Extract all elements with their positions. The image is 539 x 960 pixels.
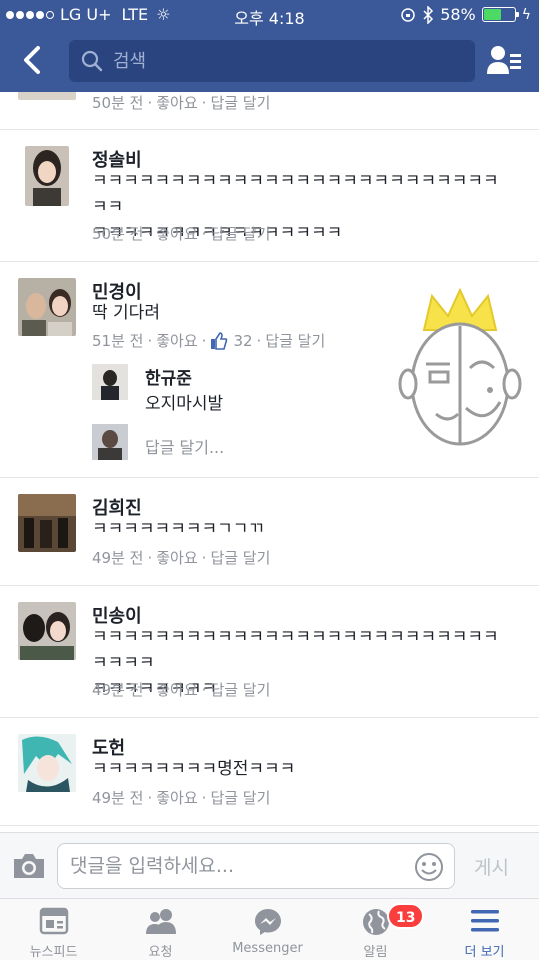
avatar[interactable]: [18, 494, 76, 552]
tab-label: 뉴스피드: [29, 945, 78, 960]
reply-link[interactable]: 답글 달기: [210, 679, 270, 700]
avatar[interactable]: [25, 146, 69, 206]
menu-icon: [470, 910, 499, 932]
reply-author-name[interactable]: 한규준: [145, 364, 192, 389]
news-feed-icon: [39, 907, 68, 935]
tab-label: 요청: [148, 945, 173, 960]
avatar[interactable]: [18, 602, 76, 660]
post-button[interactable]: 게시: [474, 853, 509, 880]
notification-badge: 13: [387, 903, 425, 929]
like-link[interactable]: 좋아요: [156, 787, 197, 808]
comment-text: ㅋㅋㅋㅋㅋㅋㅋㅋㄱㄱㄲ: [92, 519, 265, 539]
like-link[interactable]: 좋아요: [156, 330, 197, 351]
like-link[interactable]: 좋아요: [156, 679, 197, 700]
tab-label: 알림: [363, 945, 388, 960]
search-bar[interactable]: [69, 40, 475, 82]
comment-meta: 49분 전 · 좋아요 · 답글 달기: [92, 679, 271, 700]
like-link[interactable]: 좋아요: [156, 92, 197, 113]
reply-link[interactable]: 답글 달기: [210, 223, 270, 244]
person-list-icon: [487, 46, 521, 74]
charging-icon: ϟ: [521, 6, 531, 23]
messenger-icon: [254, 909, 281, 935]
battery-percent: 58%: [440, 5, 476, 24]
tab-bar: 뉴스피드 요청 Messenger 13 알림 더 보기: [0, 898, 539, 960]
friend-requests-icon: [145, 909, 176, 934]
tab-news-feed[interactable]: 뉴스피드: [0, 899, 107, 960]
status-bar: LG U+ LTE ☼ 오후 4:18 58% ϟ: [0, 0, 539, 30]
tab-notifications[interactable]: 13 알림: [321, 899, 430, 960]
search-input[interactable]: [113, 50, 443, 72]
comment-item: 민경이 딱 기다려 51분 전 · 좋아요 · 32 · 답글 달기 한규준 오지마시…: [0, 262, 539, 478]
comment-list[interactable]: 50분 전 · 좋아요 · 답글 달기 정솔비 ㅋㅋㅋㅋㅋㅋㅋㅋㅋㅋㅋㅋㅋㅋㅋㅋㅋㅋ…: [0, 92, 539, 832]
comment-input[interactable]: [70, 844, 410, 888]
reply-input[interactable]: 답글 달기...: [145, 434, 224, 458]
reply-link[interactable]: 답글 달기: [210, 92, 270, 113]
camera-icon: [14, 854, 44, 878]
back-button[interactable]: [16, 42, 48, 78]
comment-meta: 49분 전 · 좋아요 · 답글 달기: [92, 547, 271, 568]
comment-meta: 51분 전 · 좋아요 · 32 · 답글 달기: [92, 330, 326, 351]
avatar[interactable]: [18, 278, 76, 336]
globe-notifications-icon: [362, 909, 389, 935]
avatar[interactable]: [92, 364, 128, 400]
comment-item: 정솔비 ㅋㅋㅋㅋㅋㅋㅋㅋㅋㅋㅋㅋㅋㅋㅋㅋㅋㅋㅋㅋㅋㅋㅋㅋㅋㅋㅋㅋ ㅋㅋㅋㅋㅋㅋㅋ…: [0, 130, 539, 262]
like-link[interactable]: 좋아요: [156, 547, 197, 568]
avatar[interactable]: [18, 734, 76, 792]
thumbs-up-icon: [211, 331, 228, 350]
tab-more[interactable]: 더 보기: [430, 899, 539, 960]
tab-label: 더 보기: [464, 945, 505, 960]
comment-meta: 50분 전 · 좋아요 · 답글 달기: [92, 223, 271, 244]
comment-item: 50분 전 · 좋아요 · 답글 달기: [0, 92, 539, 130]
comment-meta: 49분 전 · 좋아요 · 답글 달기: [92, 787, 271, 808]
reply-text: 오지마시발: [145, 394, 224, 414]
comment-meta: 50분 전 · 좋아요 · 답글 달기: [92, 92, 271, 113]
tab-requests[interactable]: 요청: [107, 899, 214, 960]
friends-list-button[interactable]: [487, 44, 523, 78]
reply-link[interactable]: 답글 달기: [265, 330, 325, 351]
comment-composer: 게시: [0, 832, 539, 898]
like-link[interactable]: 좋아요: [156, 223, 197, 244]
top-bar: LG U+ LTE ☼ 오후 4:18 58% ϟ: [0, 0, 539, 92]
tab-label: Messenger: [232, 941, 303, 956]
avatar[interactable]: [18, 92, 76, 100]
tab-messenger[interactable]: Messenger: [214, 899, 321, 960]
like-count: 32: [233, 331, 253, 350]
comment-text: ㅋㅋㅋㅋㅋㅋㅋㅋ명전ㅋㅋㅋ: [92, 759, 296, 779]
comment-item: 민송이 ㅋㅋㅋㅋㅋㅋㅋㅋㅋㅋㅋㅋㅋㅋㅋㅋㅋㅋㅋㅋㅋㅋㅋㅋㅋㅋㅋㅋㅋㅋ ㅋㅋㅋㅋㅋ…: [0, 586, 539, 718]
reply-link[interactable]: 답글 달기: [210, 787, 270, 808]
my-avatar: [92, 424, 128, 460]
comment-item: 김희진 ㅋㅋㅋㅋㅋㅋㅋㅋㄱㄱㄲ 49분 전 · 좋아요 · 답글 달기: [0, 478, 539, 586]
reply-link[interactable]: 답글 달기: [210, 547, 270, 568]
chevron-left-icon: [24, 46, 40, 74]
bluetooth-icon: [423, 5, 434, 24]
orientation-lock-icon: [401, 7, 415, 22]
emoji-button[interactable]: [414, 852, 444, 882]
smiley-icon: [415, 853, 443, 881]
comment-item: 도헌 ㅋㅋㅋㅋㅋㅋㅋㅋ명전ㅋㅋㅋ 49분 전 · 좋아요 · 답글 달기: [0, 718, 539, 826]
comment-text: 딱 기다려: [92, 303, 160, 323]
camera-button[interactable]: [12, 851, 46, 881]
comment-input-box[interactable]: [57, 843, 455, 889]
search-icon: [81, 50, 103, 72]
battery-icon: [481, 7, 519, 22]
